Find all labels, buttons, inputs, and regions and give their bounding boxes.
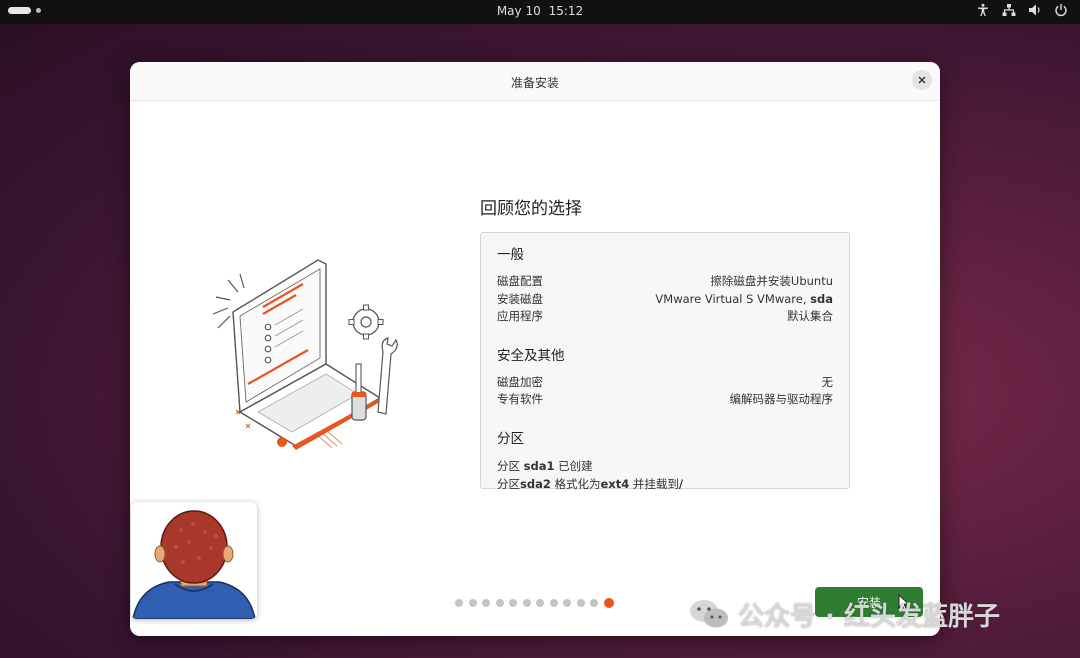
partition-name: sda2 [520,476,551,491]
review-summary: 一般 磁盘配置 擦除磁盘并安装Ubuntu 安装磁盘 VMware Virtua… [480,232,850,491]
top-bar: May 10 15:12 [0,0,1080,24]
row-value: 编解码器与驱动程序 [729,392,834,406]
partition-prefix: 分区 [497,476,520,491]
partition-line: 分区sda2 格式化为ext4 并挂载到/ [497,475,833,493]
disk-device: sda [810,291,833,306]
row-value: VMware Virtual S VMware, sda [655,291,833,309]
row-value: 无 [821,374,834,389]
summary-row: 安装磁盘 VMware Virtual S VMware, sda [497,291,833,309]
row-label: 应用程序 [497,309,543,323]
wechat-icon [690,600,728,628]
partition-status: 已创建 [554,458,593,473]
step-dot [576,599,585,607]
step-dot [495,599,504,607]
dialog-titlebar: 准备安装 [130,62,940,101]
partition-filesystem: ext4 [600,476,630,491]
step-dot [509,599,517,607]
system-tray[interactable] [976,3,1068,17]
section-partitions-title: 分区 [497,430,524,447]
summary-row: 专有软件 编解码器与驱动程序 [497,391,833,409]
watermark: 公众号 · 红头发蓝胖子 [688,596,1000,632]
section-general-title: 一般 [497,247,524,263]
section-security-title: 安全及其他 [497,347,565,364]
row-value: 默认集合 [787,309,833,323]
partition-format-text: 格式化为 [550,476,601,491]
clock-time: 15:12 [548,4,584,18]
step-dot [468,599,477,607]
partition-mount-text: 并挂载到 [629,476,679,491]
step-indicator [455,598,614,608]
close-button[interactable] [912,70,932,90]
summary-row: 应用程序 默认集合 [497,308,833,326]
clock-date: May 10 [496,4,541,18]
partition-mountpoint: / [678,476,684,491]
dialog-title: 准备安装 [510,76,559,90]
row-label: 安装磁盘 [497,291,543,306]
summary-row: 磁盘加密 无 [497,374,833,392]
volume-icon[interactable] [1028,3,1042,17]
step-dot [455,599,463,607]
step-dot [549,599,558,607]
laptop-tools-illustration [212,259,398,450]
clock[interactable]: May 10 15:12 [0,4,1080,18]
disk-model: VMware Virtual S VMware, [655,291,811,306]
partition-line: 分区 sda1 已创建 [497,457,833,475]
avatar-overlay [131,502,257,619]
summary-row: 磁盘配置 擦除磁盘并安装Ubuntu [497,273,833,291]
review-heading: 回顾您的选择 [480,199,582,219]
partition-prefix: 分区 [497,458,524,473]
watermark-text: 公众号 · 红头发蓝胖子 [738,601,1000,632]
step-dot-current [603,598,614,608]
row-value: 擦除磁盘并安装Ubuntu [710,274,833,288]
row-label: 磁盘加密 [497,374,543,389]
step-dot [563,599,571,607]
row-label: 专有软件 [497,392,543,406]
power-icon[interactable] [1054,3,1068,17]
step-dot [536,599,544,607]
close-icon [918,76,926,84]
accessibility-icon[interactable] [976,3,990,17]
step-dot [590,599,598,607]
avatar [131,502,257,619]
step-dot [522,599,531,607]
row-label: 磁盘配置 [497,274,543,288]
step-dot [482,599,490,607]
partition-name: sda1 [523,458,555,473]
network-icon[interactable] [1002,3,1016,17]
